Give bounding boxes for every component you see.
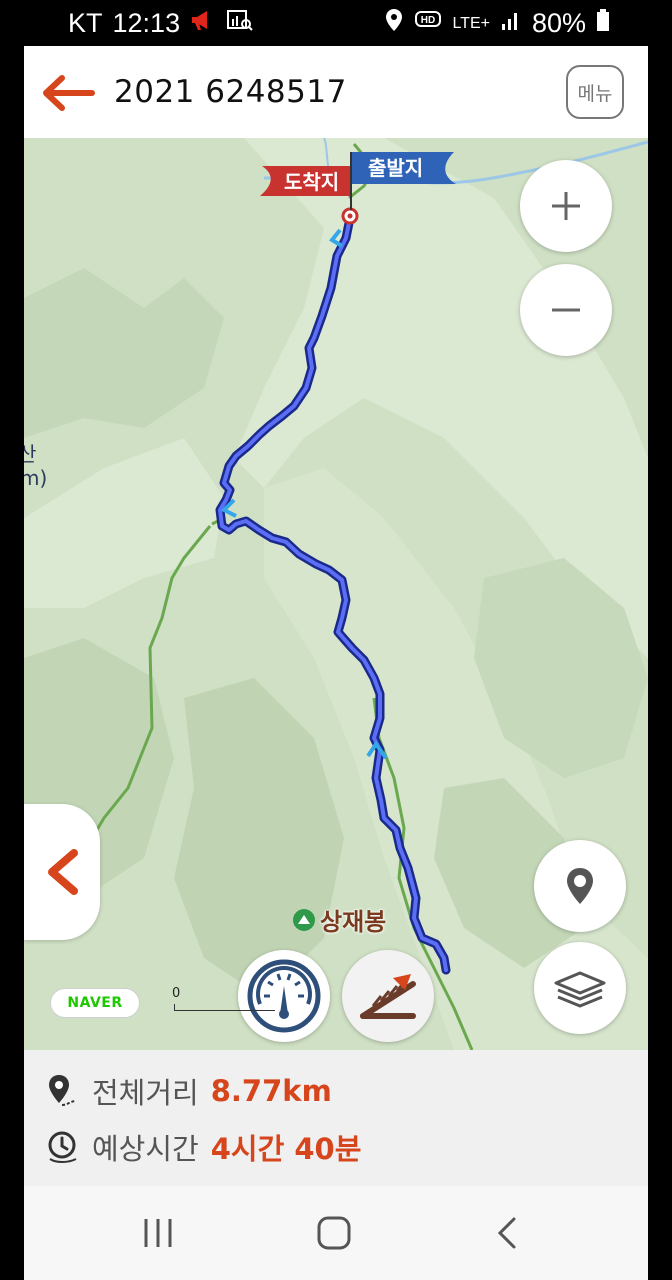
back-button[interactable] bbox=[38, 70, 98, 116]
peak-name: 상재봉 bbox=[320, 908, 387, 936]
time-label: 예상시간 bbox=[92, 1132, 199, 1166]
back-arrow-icon bbox=[43, 75, 95, 111]
peak-label[interactable]: 상재봉 bbox=[292, 902, 386, 937]
location-pin-icon bbox=[384, 8, 404, 39]
elevation-profile-button[interactable] bbox=[342, 950, 434, 1042]
minus-icon bbox=[552, 308, 580, 312]
status-bar: KT 12:13 HD LTE+ 80% bbox=[0, 0, 672, 46]
map-view[interactable]: 도착지 출발지 산 m) 상재봉 NAVER 0 bbox=[24, 138, 648, 1050]
mountain-icon bbox=[293, 908, 315, 931]
megaphone-icon bbox=[190, 8, 216, 39]
data-monitor-icon bbox=[226, 8, 254, 39]
recent-apps-button[interactable] bbox=[128, 1210, 188, 1256]
route-distance-icon bbox=[49, 1075, 77, 1106]
battery-percent: 80% bbox=[531, 8, 586, 38]
zoom-out-button[interactable] bbox=[520, 264, 612, 356]
chevron-left-icon bbox=[48, 849, 78, 895]
clock: 12:13 bbox=[112, 8, 181, 38]
location-pin-icon bbox=[567, 868, 593, 904]
system-back-button[interactable] bbox=[478, 1210, 538, 1256]
hd-voice-icon: HD bbox=[414, 8, 442, 39]
map-label-fragment: 산 bbox=[24, 442, 37, 466]
end-flag-label: 도착지 bbox=[284, 170, 340, 194]
zoom-in-button[interactable] bbox=[520, 160, 612, 252]
home-button[interactable] bbox=[304, 1210, 364, 1256]
home-icon bbox=[317, 1216, 351, 1250]
time-row: 예상시간 4시간 40분 bbox=[46, 1126, 361, 1168]
signal-icon bbox=[500, 8, 522, 39]
route-info-panel: 전체거리 8.77km 예상시간 4시간 40분 bbox=[24, 1050, 648, 1186]
svg-text:HD: HD bbox=[421, 15, 435, 26]
network-type: LTE+ bbox=[452, 14, 490, 32]
status-right: HD LTE+ 80% bbox=[384, 8, 610, 39]
scale-label: 0 bbox=[172, 986, 181, 1001]
carrier-label: KT bbox=[68, 8, 103, 38]
distance-value: 8.77km bbox=[210, 1074, 332, 1108]
time-value: 4시간 40분 bbox=[210, 1132, 362, 1166]
recent-apps-icon bbox=[144, 1219, 172, 1247]
my-location-button[interactable] bbox=[534, 840, 626, 932]
side-panel-toggle[interactable] bbox=[24, 804, 100, 940]
map-layers-button[interactable] bbox=[534, 942, 626, 1034]
scale-bar: 0 bbox=[172, 986, 282, 1014]
naver-logo: NAVER bbox=[50, 988, 140, 1018]
map-label-fragment: m) bbox=[24, 466, 48, 490]
page-title: 2021 6248517 bbox=[114, 74, 347, 110]
start-flag-label: 출발지 bbox=[368, 156, 424, 180]
route-endpoint-dot bbox=[347, 213, 353, 219]
clock-icon bbox=[48, 1131, 77, 1163]
distance-label: 전체거리 bbox=[92, 1076, 199, 1110]
battery-icon bbox=[596, 8, 610, 39]
slope-icon bbox=[360, 974, 416, 1019]
back-chevron-icon bbox=[497, 1217, 516, 1249]
app-header: 2021 6248517 메뉴 bbox=[24, 46, 648, 139]
plus-icon bbox=[552, 192, 580, 220]
menu-button[interactable]: 메뉴 bbox=[566, 65, 624, 119]
layers-icon bbox=[554, 971, 606, 1008]
system-nav-bar bbox=[24, 1186, 648, 1280]
status-left: KT 12:13 bbox=[68, 8, 254, 39]
distance-row: 전체거리 8.77km bbox=[46, 1070, 332, 1112]
scale-line bbox=[174, 1004, 275, 1011]
app-frame: 2021 6248517 메뉴 도착지 출발지 산 m) 상재봉 NAVER 0… bbox=[24, 46, 648, 1280]
